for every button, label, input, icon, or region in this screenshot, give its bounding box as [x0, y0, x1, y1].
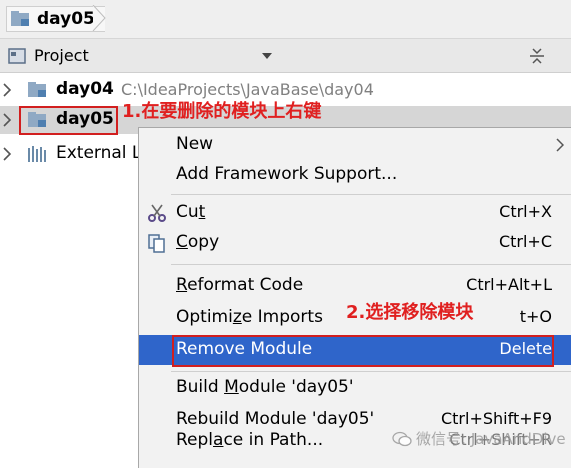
menu-item-new[interactable]: New — [139, 130, 571, 160]
collapse-all-icon[interactable] — [528, 47, 546, 65]
menu-item-add-framework-support[interactable]: Add Framework Support... — [139, 160, 571, 190]
submenu-arrow-icon — [556, 138, 564, 152]
expand-arrow-icon[interactable] — [2, 147, 12, 161]
menu-item-build-module[interactable]: Build Module 'day05' — [139, 373, 571, 403]
breadcrumb-item-day05[interactable]: day05 — [6, 6, 105, 32]
project-view-title[interactable]: Project — [34, 46, 89, 65]
navigation-bar: day05 — [0, 0, 571, 39]
menu-shortcut: Ctrl+Alt+L — [466, 275, 552, 294]
watermark: 微信号: JavaAndDive — [392, 428, 566, 449]
module-folder-icon — [11, 11, 29, 26]
wechat-icon — [392, 431, 412, 446]
breadcrumb-label: day05 — [37, 9, 95, 29]
breadcrumb-chevron-icon — [92, 5, 106, 31]
menu-item-cut[interactable]: Cut Ctrl+X — [139, 198, 571, 228]
menu-separator — [171, 371, 571, 372]
annotation-highlight-box — [19, 106, 118, 135]
menu-label: Replace in Path... — [176, 430, 324, 450]
project-tool-window-header: Project — [0, 39, 571, 73]
expand-arrow-icon[interactable] — [2, 113, 12, 127]
menu-separator — [171, 264, 571, 265]
tree-item-name: day04 — [56, 79, 114, 99]
annotation-step1: 1.在要删除的模块上右键 — [122, 101, 322, 122]
menu-shortcut: Ctrl+X — [499, 202, 552, 221]
annotation-highlight-box — [172, 335, 554, 367]
watermark-text: 微信号: JavaAndDive — [416, 430, 566, 448]
menu-item-copy[interactable]: Copy Ctrl+C — [139, 228, 571, 258]
menu-label: Optimize Imports — [176, 307, 323, 327]
annotation-step2: 2.选择移除模块 — [344, 298, 476, 324]
scissors-icon — [148, 204, 166, 222]
menu-item-reformat-code[interactable]: Reformat Code Ctrl+Alt+L — [139, 271, 571, 301]
menu-label: Build Module 'day05' — [176, 377, 354, 397]
view-dropdown-icon[interactable] — [262, 53, 272, 59]
tree-item-name: External L — [56, 143, 142, 163]
library-icon — [28, 146, 46, 162]
menu-label: Cut — [176, 202, 206, 222]
menu-separator — [171, 194, 571, 195]
expand-arrow-icon[interactable] — [2, 83, 12, 97]
module-folder-icon — [28, 82, 46, 97]
menu-label: Reformat Code — [176, 275, 304, 295]
menu-shortcut: t+O — [519, 307, 552, 326]
copy-icon — [148, 234, 165, 253]
project-view-icon — [8, 48, 26, 64]
menu-label: Add Framework Support... — [176, 164, 398, 184]
menu-shortcut: Ctrl+C — [498, 232, 552, 251]
menu-label: New — [176, 134, 214, 154]
menu-label: Copy — [176, 232, 220, 252]
